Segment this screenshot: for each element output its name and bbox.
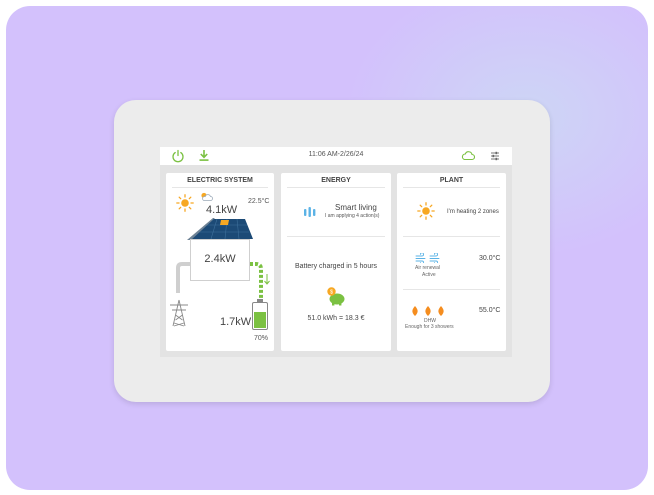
energy-title: ENERGY [321, 177, 351, 184]
battery-power-value: 1.7kW [220, 316, 252, 328]
screen: 11:06 AM-2/26/24 ELECTRIC SYSTEM 4.1kW 2… [160, 147, 512, 357]
clock-datetime: 11:06 AM-2/26/24 [308, 151, 364, 158]
heating-sun-icon [417, 202, 435, 220]
divider [403, 236, 500, 237]
piggy-bank-icon: $ [327, 287, 345, 306]
top-bar: 11:06 AM-2/26/24 [160, 147, 512, 165]
divider [403, 187, 500, 188]
battery-charge-status: Battery charged in 5 hours [294, 263, 378, 270]
energy-panel[interactable]: ENERGY Smart living I am applying 4 acti… [281, 173, 391, 351]
air-renewal-icon [415, 253, 440, 263]
plant-panel[interactable]: PLANT I'm heating 2 zones Air renewal Ac… [397, 173, 506, 351]
smart-living-title: Smart living [335, 203, 377, 212]
divider [287, 236, 385, 237]
air-renewal-status: Active [422, 272, 436, 278]
svg-text:$: $ [330, 290, 333, 296]
divider [287, 187, 385, 188]
dhw-temperature: 55.0°C [479, 307, 501, 314]
battery-level: 70% [254, 335, 269, 342]
heating-status: I'm heating 2 zones [447, 209, 499, 215]
air-renewal-label: Air renewal [415, 265, 441, 271]
divider [403, 289, 500, 290]
smart-living-icon [304, 207, 316, 217]
cloud-icon[interactable] [461, 150, 475, 161]
battery-icon [252, 302, 268, 330]
smart-living-subtitle: I am applying 4 action(s) [325, 213, 380, 219]
energy-savings-value: 51.0 kWh = 18.3 € [307, 315, 365, 322]
battery-fill [254, 311, 266, 328]
power-pylon-icon [170, 299, 188, 327]
air-temperature: 30.0°C [479, 255, 501, 262]
plant-title: PLANT [439, 177, 464, 184]
settings-sliders-icon[interactable] [490, 151, 500, 161]
dhw-status: Enough for 3 showers [405, 324, 454, 330]
electric-system-panel[interactable]: ELECTRIC SYSTEM 4.1kW 22.5°C 2.4kW 1.7kW… [166, 173, 274, 351]
hot-water-flames-icon [412, 306, 444, 316]
